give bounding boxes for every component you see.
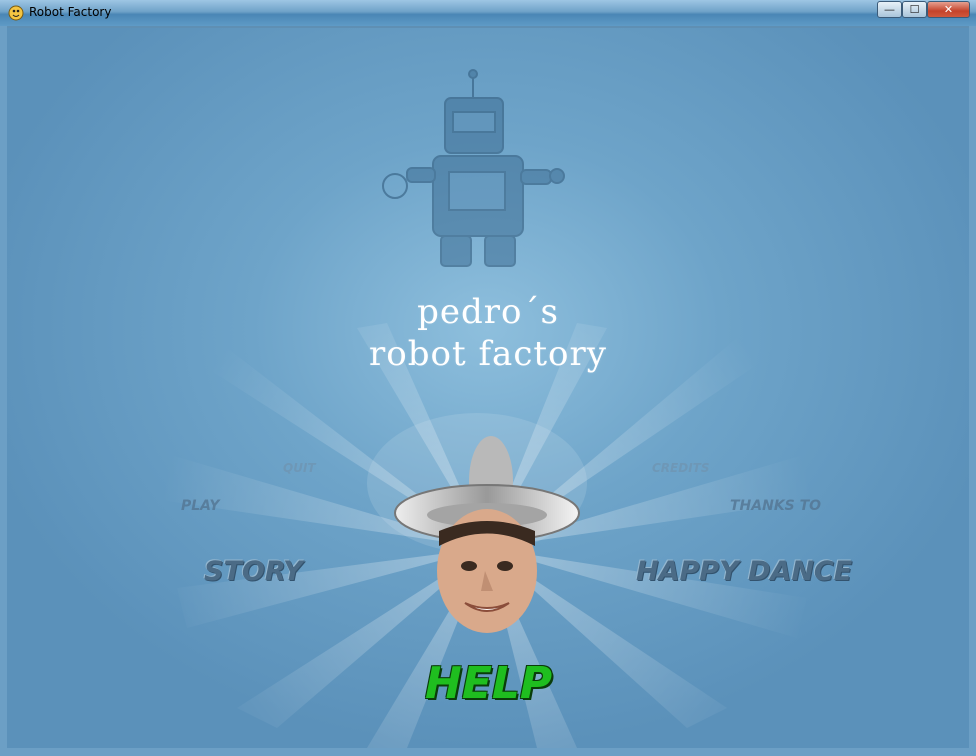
title-bar[interactable]: Robot Factory — ☐ ✕: [0, 0, 976, 26]
menu-item-quit[interactable]: QUIT: [283, 461, 316, 475]
minimize-icon: —: [884, 3, 895, 16]
window-frame-bottom: [0, 748, 976, 756]
maximize-button[interactable]: ☐: [902, 1, 927, 18]
game-window: Robot Factory — ☐ ✕ pedro´s robot factor…: [0, 0, 976, 756]
menu-item-credits[interactable]: CREDITS: [652, 461, 710, 475]
python-app-icon: [8, 5, 24, 21]
close-icon: ✕: [943, 3, 954, 16]
robot-logo-icon: [382, 69, 565, 267]
window-frame-left: [0, 26, 7, 756]
maximize-icon: ☐: [909, 3, 920, 16]
menu-item-thanks-to[interactable]: THANKS TO: [730, 498, 821, 514]
menu-item-play[interactable]: PLAY: [181, 498, 220, 514]
game-canvas[interactable]: pedro´s robot factory QUIT PLAY STORY CR…: [7, 28, 969, 748]
menu-item-story[interactable]: STORY: [204, 556, 303, 587]
menu-item-happy-dance[interactable]: HAPPY DANCE: [636, 556, 852, 587]
minimize-button[interactable]: —: [877, 1, 902, 18]
game-title-line2: robot factory: [369, 334, 607, 374]
window-title: Robot Factory: [29, 5, 112, 19]
menu-item-help[interactable]: HELP: [425, 658, 552, 709]
window-frame-right: [969, 26, 976, 756]
close-button[interactable]: ✕: [927, 1, 970, 18]
game-title-line1: pedro´s: [417, 292, 559, 332]
sombrero-mascot-face: [394, 436, 580, 633]
